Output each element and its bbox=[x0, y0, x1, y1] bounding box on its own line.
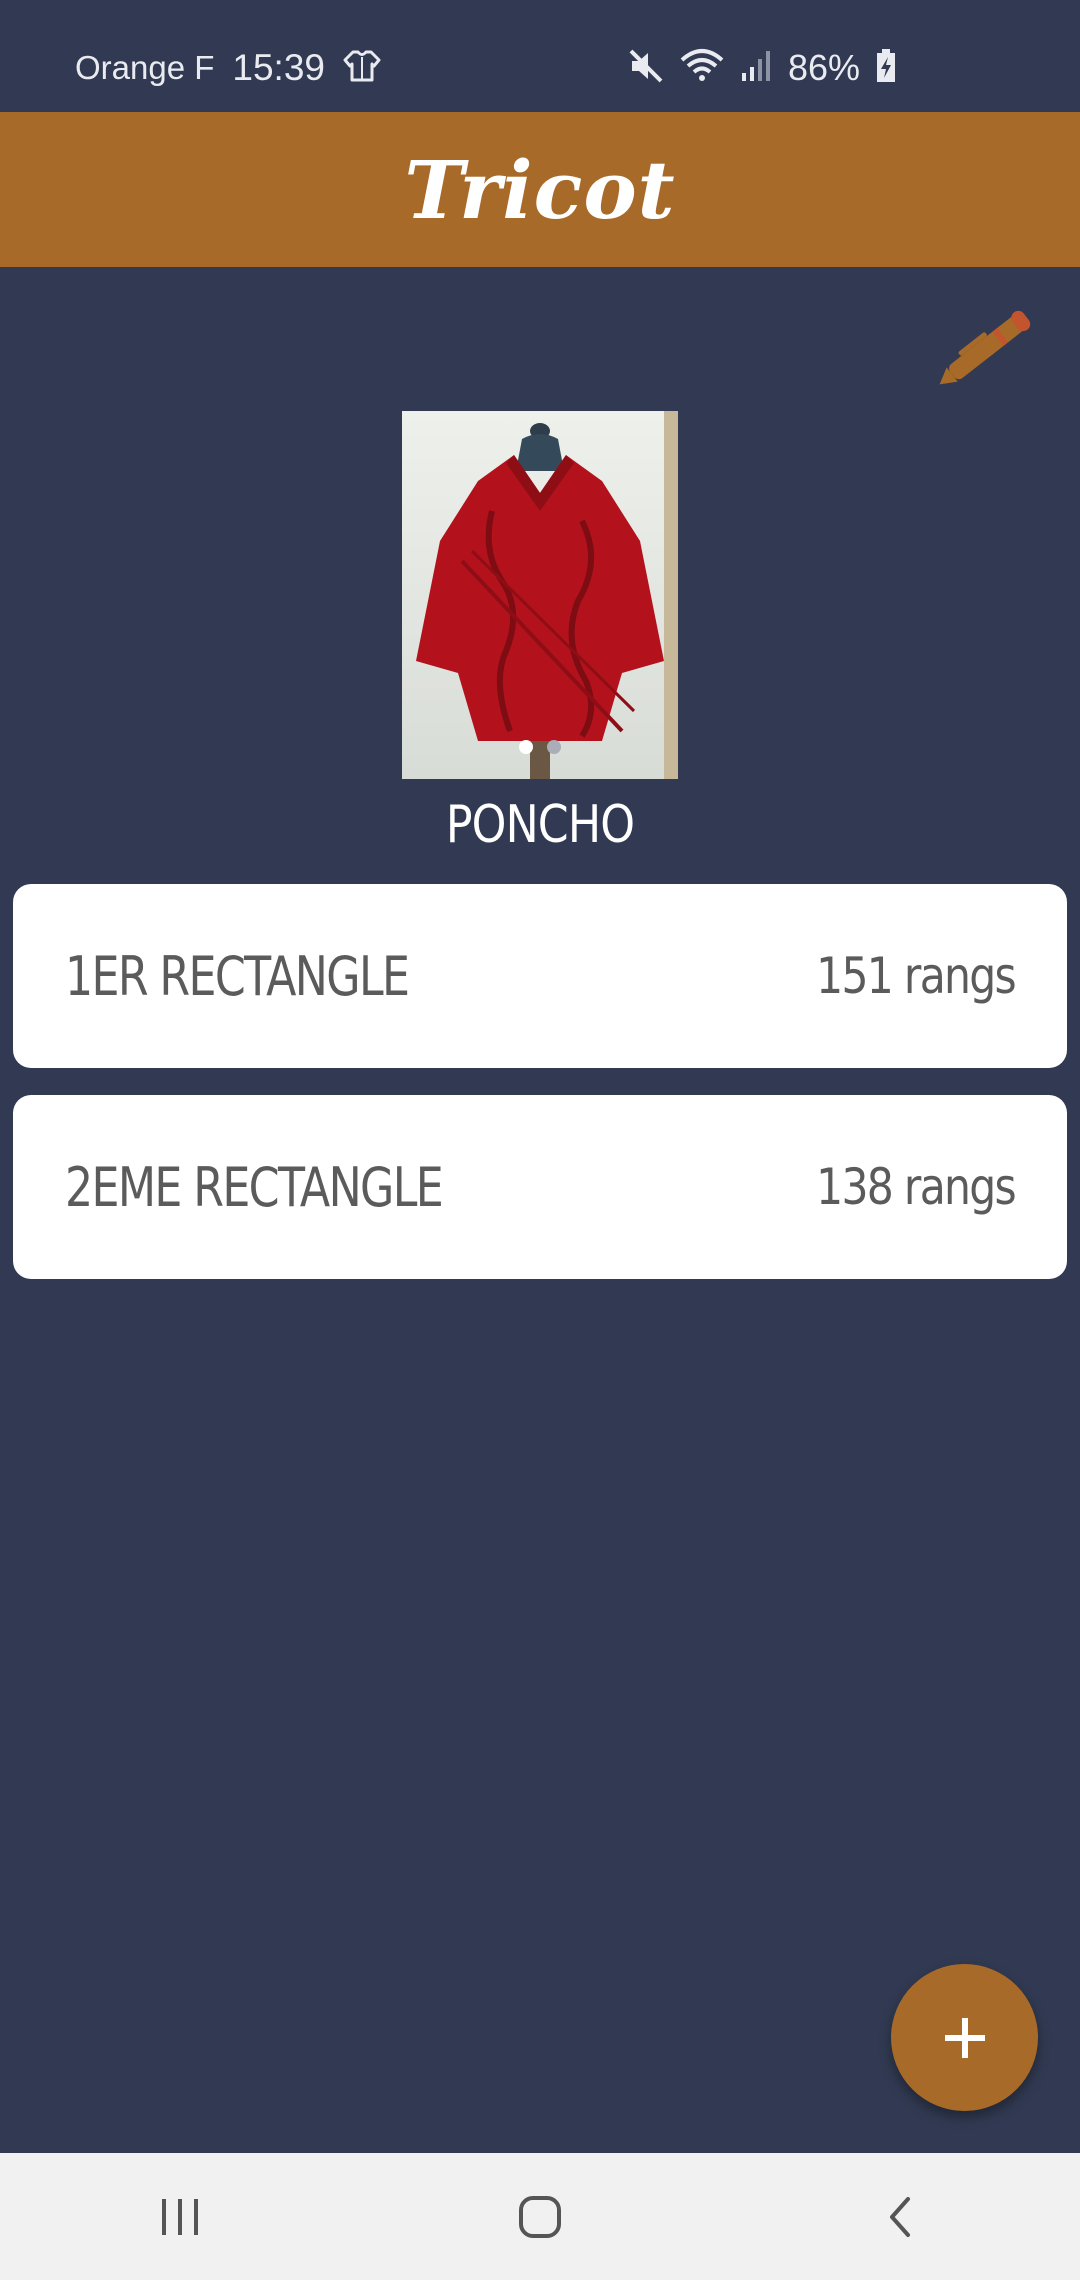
part-row-count: 151 rangs bbox=[816, 947, 1017, 1005]
part-row-count: 138 rangs bbox=[816, 1158, 1017, 1216]
app-bar: Tricot bbox=[0, 112, 1080, 267]
back-icon bbox=[890, 2196, 910, 2237]
back-button[interactable] bbox=[820, 2167, 980, 2267]
carousel-dot bbox=[547, 740, 561, 754]
edit-project-button[interactable] bbox=[930, 290, 1050, 400]
recent-apps-button[interactable] bbox=[100, 2167, 260, 2267]
status-left: Orange F 15:39 bbox=[75, 44, 381, 92]
poncho-photo bbox=[402, 411, 678, 779]
part-name: 1ER RECTANGLE bbox=[65, 944, 410, 1008]
pen-icon bbox=[939, 310, 1031, 385]
status-right: 86% bbox=[628, 44, 896, 92]
mute-icon bbox=[628, 48, 664, 89]
add-part-button[interactable] bbox=[891, 1964, 1038, 2111]
sweater-notification-icon bbox=[343, 49, 381, 88]
wifi-icon bbox=[680, 48, 724, 89]
recent-apps-icon bbox=[162, 2198, 198, 2235]
carrier-label: Orange F bbox=[75, 49, 215, 86]
app-title: Tricot bbox=[404, 142, 676, 237]
battery-percent: 86% bbox=[787, 47, 860, 88]
status-bar: Orange F 15:39 86% bbox=[0, 0, 1080, 112]
clock: 15:39 bbox=[232, 47, 325, 88]
battery-charging-icon bbox=[876, 48, 896, 88]
home-icon bbox=[519, 2195, 561, 2238]
part-card[interactable]: 2EME RECTANGLE 138 rangs bbox=[13, 1095, 1067, 1279]
app-screen: Orange F 15:39 86% Tricot PONCHO 1ER REC… bbox=[0, 0, 1080, 2280]
carousel-indicator bbox=[402, 740, 678, 754]
signal-icon bbox=[740, 49, 772, 88]
home-button[interactable] bbox=[460, 2167, 620, 2267]
carousel-dot-active bbox=[519, 740, 533, 754]
part-card[interactable]: 1ER RECTANGLE 151 rangs bbox=[13, 884, 1067, 1068]
project-photo-carousel[interactable] bbox=[402, 411, 678, 779]
part-name: 2EME RECTANGLE bbox=[65, 1155, 444, 1219]
system-nav-bar bbox=[0, 2153, 1080, 2280]
plus-icon bbox=[944, 2017, 985, 2058]
project-title: PONCHO bbox=[445, 795, 635, 855]
